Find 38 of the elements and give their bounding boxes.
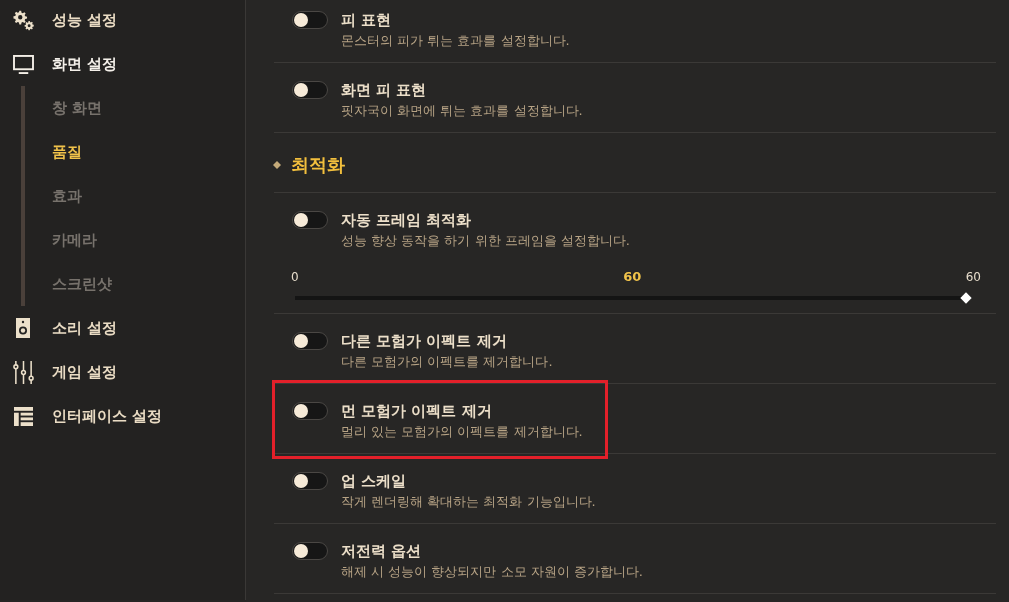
layout-icon xyxy=(13,406,33,426)
setting-title: 화면 피 표현 xyxy=(341,80,428,100)
slider-value: 60 xyxy=(623,268,642,287)
monitor-icon xyxy=(12,54,34,74)
setting-description: 멀리 있는 모험가의 이펙트를 제거합니다. xyxy=(341,423,583,441)
diamond-icon xyxy=(273,161,281,169)
setting-title: 자동 프레임 최적화 xyxy=(341,210,473,230)
setting-title: 저전력 옵션 xyxy=(341,541,423,561)
toggle-switch[interactable] xyxy=(292,211,328,229)
setting-description: 몬스터의 피가 튀는 효과를 설정합니다. xyxy=(341,32,570,50)
setting-description: 작게 렌더링해 확대하는 최적화 기능입니다. xyxy=(341,493,596,511)
setting-title: 먼 모험가 이펙트 제거 xyxy=(341,401,493,421)
toggle-switch[interactable] xyxy=(292,81,328,99)
setting-description: 해제 시 성능이 향상되지만 소모 자원이 증가합니다. xyxy=(341,563,643,581)
sidebar-item[interactable]: 인터페이스 설정 xyxy=(11,404,163,428)
toggle-switch[interactable] xyxy=(292,472,328,490)
gears-icon xyxy=(12,9,34,31)
setting-title: 피 표현 xyxy=(341,10,393,30)
setting-description: 다른 모험가의 이펙트를 제거합니다. xyxy=(341,353,553,371)
sidebar-item[interactable]: 화면 설정 xyxy=(11,52,118,76)
sidebar-item[interactable]: 성능 설정 xyxy=(11,8,118,32)
sidebar-item[interactable]: 소리 설정 xyxy=(11,316,118,340)
slider-thumb[interactable] xyxy=(960,292,972,304)
toggle-switch[interactable] xyxy=(292,11,328,29)
sidebar-item[interactable]: 게임 설정 xyxy=(11,359,118,385)
slider-max-label: 60 xyxy=(965,269,981,286)
sliders-icon xyxy=(12,359,34,385)
section-title: 최적화 xyxy=(291,153,345,177)
toggle-switch[interactable] xyxy=(292,542,328,560)
sidebar-subitem[interactable]: 품질 xyxy=(52,140,82,164)
setting-title: 다른 모험가 이펙트 제거 xyxy=(341,331,508,351)
setting-description: 핏자국이 화면에 튀는 효과를 설정합니다. xyxy=(341,102,583,120)
setting-title: 업 스케일 xyxy=(341,471,408,491)
toggle-switch[interactable] xyxy=(292,402,328,420)
slider-min-label: 0 xyxy=(291,269,299,286)
setting-description: 성능 향상 동작을 하기 위한 프레임을 설정합니다. xyxy=(341,232,630,250)
toggle-switch[interactable] xyxy=(292,332,328,350)
speaker-icon xyxy=(16,318,30,338)
